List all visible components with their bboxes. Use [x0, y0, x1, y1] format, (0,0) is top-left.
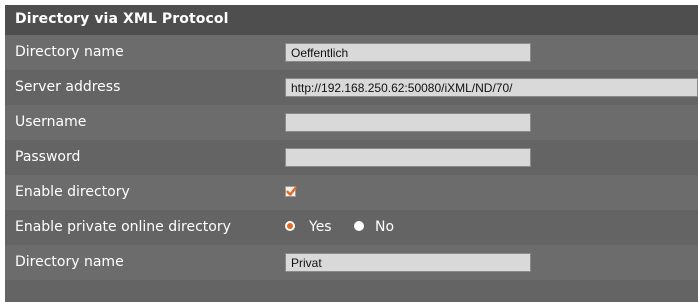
username-label: Username	[15, 114, 87, 130]
directory-name-input[interactable]	[285, 43, 531, 62]
radio-yes-label[interactable]: Yes	[309, 219, 332, 235]
enable-directory-label: Enable directory	[15, 184, 130, 200]
enable-directory-checkbox[interactable]	[285, 186, 297, 197]
directory-name-label: Directory name	[15, 44, 124, 60]
section-header: Directory via XML Protocol	[5, 5, 698, 35]
server-address-input[interactable]	[285, 78, 698, 97]
password-input[interactable]	[285, 148, 531, 167]
section-title: Directory via XML Protocol	[15, 11, 229, 27]
directory-name-2-label: Directory name	[15, 254, 124, 270]
row-directory-name-2: Directory name	[5, 245, 698, 280]
row-enable-private-directory: Enable private online directory Yes No	[5, 210, 698, 245]
radio-no[interactable]	[354, 221, 364, 231]
checkmark-icon	[286, 186, 297, 196]
row-server-address: Server address	[5, 70, 698, 105]
row-password: Password	[5, 140, 698, 175]
directory-name-2-input[interactable]	[285, 253, 531, 272]
row-enable-directory: Enable directory	[5, 175, 698, 210]
username-input[interactable]	[285, 113, 531, 132]
row-username: Username	[5, 105, 698, 140]
xml-directory-panel: Directory via XML Protocol Directory nam…	[5, 5, 698, 302]
row-directory-name-1: Directory name	[5, 35, 698, 70]
enable-private-label: Enable private online directory	[15, 219, 231, 235]
radio-no-label[interactable]: No	[375, 219, 394, 235]
password-label: Password	[15, 149, 81, 165]
radio-yes[interactable]	[285, 221, 295, 231]
server-address-label: Server address	[15, 79, 121, 95]
